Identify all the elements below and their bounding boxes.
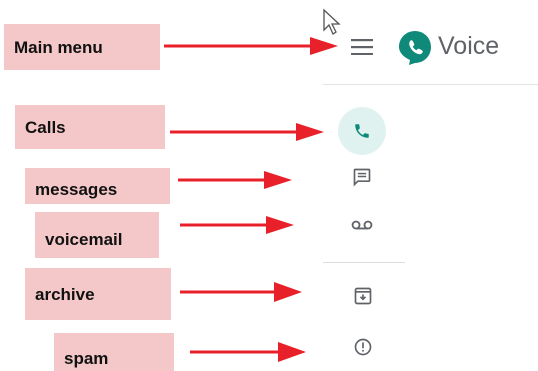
arrow-archive bbox=[180, 282, 302, 302]
spam-icon bbox=[354, 338, 372, 356]
phone-icon bbox=[355, 124, 369, 138]
nav-messages[interactable] bbox=[349, 164, 375, 190]
header-divider bbox=[323, 84, 538, 85]
annotation-voicemail: voicemail bbox=[35, 212, 159, 258]
message-icon bbox=[353, 168, 371, 187]
google-voice-logo-icon bbox=[399, 31, 431, 65]
annotation-main-menu: Main menu bbox=[4, 24, 160, 70]
voice-logo[interactable] bbox=[398, 30, 432, 66]
hamburger-menu-icon bbox=[351, 39, 373, 55]
archive-icon bbox=[354, 287, 372, 305]
arrow-messages bbox=[178, 171, 292, 189]
annotation-spam: spam bbox=[54, 333, 174, 371]
annotation-calls: Calls bbox=[15, 105, 165, 149]
annotation-messages: messages bbox=[25, 168, 170, 204]
annotation-archive: archive bbox=[25, 268, 171, 320]
arrow-voicemail bbox=[180, 216, 294, 234]
arrow-spam bbox=[190, 342, 306, 362]
nav-calls[interactable] bbox=[338, 107, 386, 155]
arrow-main-menu bbox=[164, 37, 338, 55]
nav-archive[interactable] bbox=[351, 284, 375, 308]
voicemail-icon bbox=[351, 220, 373, 230]
nav-voicemail[interactable] bbox=[349, 214, 375, 236]
mouse-cursor-icon bbox=[323, 8, 341, 35]
app-name: Voice bbox=[438, 32, 500, 60]
arrow-calls bbox=[170, 123, 324, 141]
nav-divider bbox=[323, 262, 405, 263]
nav-spam[interactable] bbox=[351, 335, 375, 359]
main-menu-button[interactable] bbox=[346, 32, 378, 62]
